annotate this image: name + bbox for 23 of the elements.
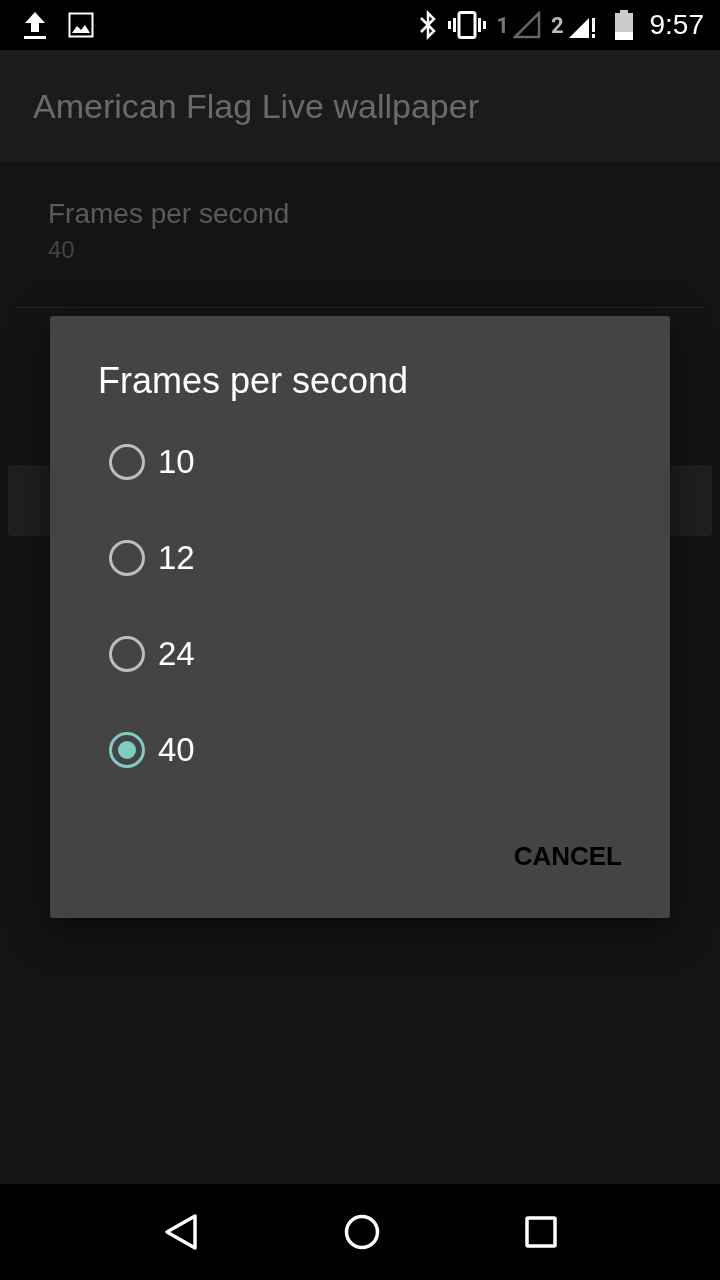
home-icon[interactable] (344, 1214, 380, 1250)
clock-time: 9:57 (649, 9, 704, 41)
radio-button[interactable] (109, 540, 145, 576)
upload-icon (22, 10, 48, 40)
signal-icon (512, 11, 541, 39)
radio-button[interactable] (109, 636, 145, 672)
sim-number: 2 (550, 12, 564, 38)
back-icon[interactable] (162, 1213, 199, 1251)
option-label: 10 (158, 443, 195, 481)
app-title: American Flag Live wallpaper (33, 86, 479, 126)
battery-icon (613, 10, 634, 40)
option-label: 24 (158, 635, 195, 673)
vibrate-icon (448, 11, 487, 39)
option-label: 12 (158, 539, 195, 577)
image-icon (68, 12, 94, 38)
recents-icon[interactable] (525, 1216, 558, 1248)
radio-button[interactable] (109, 732, 145, 768)
dialog-title: Frames per second (98, 360, 410, 402)
cancel-button[interactable]: CANCEL (501, 833, 634, 880)
preference-title: Frames per second (48, 198, 291, 230)
option-label: 40 (158, 731, 195, 769)
radio-button[interactable] (109, 444, 145, 480)
sim-number: 1 (496, 12, 509, 38)
